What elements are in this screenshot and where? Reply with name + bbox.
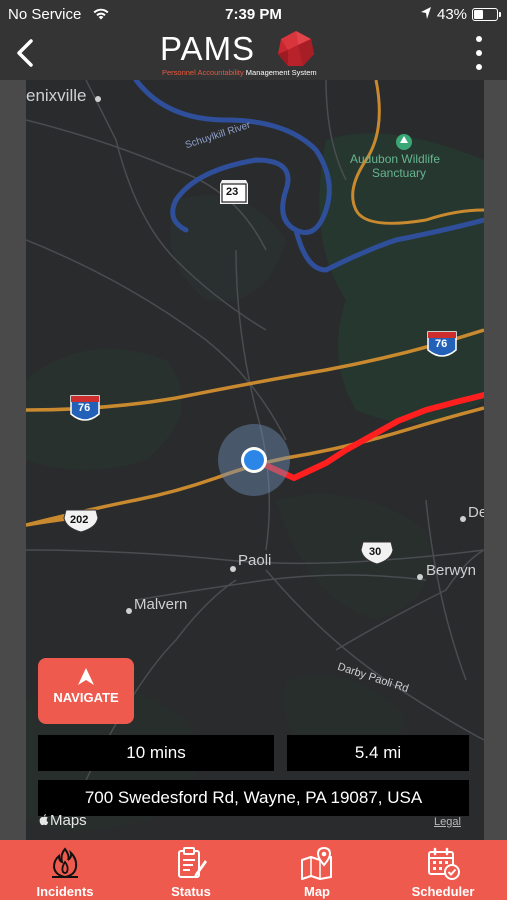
tab-incidents-label: Incidents (36, 884, 94, 899)
apple-logo-icon (39, 813, 49, 826)
town-dot (95, 96, 101, 102)
calendar-check-icon (428, 847, 460, 880)
distance-box: 5.4 mi (287, 735, 469, 771)
tab-scheduler-label: Scheduler (411, 884, 475, 899)
status-bar: No Service 7:39 PM 43% (0, 0, 507, 28)
map-label-paoli: Paoli (238, 552, 272, 569)
tab-incidents[interactable]: Incidents (20, 840, 110, 900)
map-label-i76-west: 76 (78, 402, 91, 414)
app-subtitle: Personnel Accountability Management Syst… (162, 68, 317, 77)
navigation-arrow-icon (78, 668, 94, 685)
app-subtitle-rest: Management System (243, 68, 317, 77)
town-dot (230, 566, 236, 572)
clipboard-edit-icon (178, 847, 207, 878)
map-pin-icon (301, 846, 332, 880)
map-view[interactable]: enixville Schuylkill River Audubon Wildl… (26, 80, 484, 840)
eta-box: 10 mins (38, 735, 274, 771)
pams-logo-icon (278, 31, 314, 66)
more-options-button[interactable] (468, 34, 490, 72)
map-label-devon: De (468, 504, 484, 521)
tab-status-label: Status (171, 884, 211, 899)
maps-attribution-label: Maps (50, 812, 87, 829)
location-arrow-icon (421, 7, 431, 19)
navigate-button[interactable]: NAVIGATE (38, 658, 134, 724)
tab-map-label: Map (304, 884, 330, 899)
maps-attribution: Maps (38, 812, 87, 829)
map-label-audubon: Audubon Wildlife (350, 152, 441, 166)
app-brand: PAMS Personnel Accountability Management… (160, 30, 360, 78)
map-label-i76-east: 76 (435, 338, 448, 350)
map-label-phoenixville: enixville (26, 86, 87, 105)
fire-icon (52, 847, 78, 879)
battery-icon (472, 8, 501, 21)
legal-link[interactable]: Legal (434, 816, 461, 828)
battery-percent: 43% (437, 6, 468, 23)
town-dot (417, 574, 423, 580)
navigate-label: NAVIGATE (53, 690, 119, 705)
map-label-route-23: 23 (226, 186, 239, 198)
app-subtitle-accent: Personnel Accountability (162, 68, 244, 77)
town-dot (126, 608, 132, 614)
destination-address: 700 Swedesford Rd, Wayne, PA 19087, USA (38, 780, 469, 816)
tab-map[interactable]: Map (272, 840, 362, 900)
town-dot (460, 516, 466, 522)
map-canvas (26, 80, 484, 830)
app-header: PAMS Personnel Accountability Management… (0, 28, 507, 80)
map-label-malvern: Malvern (134, 596, 188, 613)
park-pin-icon (396, 134, 412, 150)
back-button[interactable] (10, 36, 40, 70)
map-label-us202: 202 (70, 514, 89, 526)
tab-scheduler[interactable]: Scheduler (398, 840, 488, 900)
map-label-us30: 30 (369, 546, 382, 558)
map-label-audubon-2: Sanctuary (372, 166, 427, 180)
app-title: PAMS (160, 30, 256, 67)
tab-status[interactable]: Status (146, 840, 236, 900)
tab-bar: Incidents Status Map Scheduler (0, 840, 507, 900)
map-label-berwyn: Berwyn (426, 562, 477, 579)
